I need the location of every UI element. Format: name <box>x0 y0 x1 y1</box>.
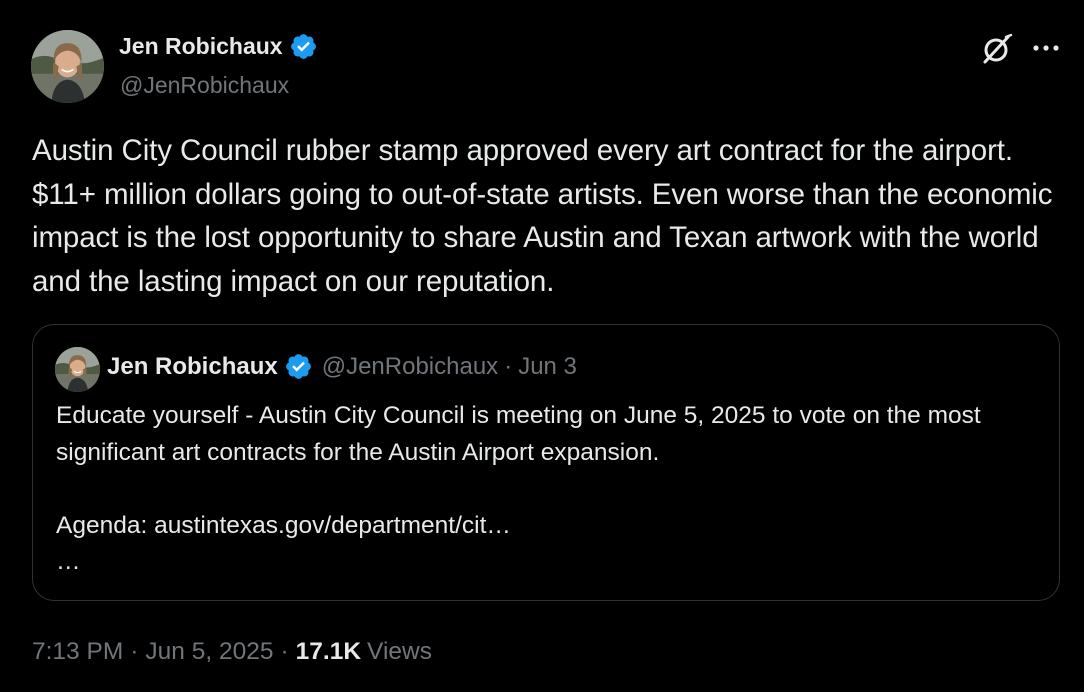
grok-icon[interactable] <box>981 33 1013 65</box>
more-icon[interactable] <box>1030 36 1062 60</box>
verified-badge-icon[interactable] <box>289 32 318 61</box>
tweet-date[interactable]: Jun 5, 2025 <box>145 638 273 666</box>
quoted-author-name[interactable]: Jen Robichaux <box>107 353 278 381</box>
quoted-avatar[interactable] <box>55 347 100 392</box>
quoted-header: Jen Robichaux @JenRobichaux · Jun 3 <box>107 352 577 381</box>
separator-dot: · <box>280 638 289 665</box>
views-label: Views <box>367 638 432 665</box>
quoted-text: Educate yourself - Austin City Council i… <box>56 402 981 575</box>
quoted-date[interactable]: Jun 3 <box>518 353 577 381</box>
quoted-author-handle[interactable]: @JenRobichaux <box>322 353 498 381</box>
tweet-meta: 7:13 PM · Jun 5, 2025 · 17.1K Views <box>32 638 432 666</box>
tweet-time[interactable]: 7:13 PM <box>32 638 123 666</box>
avatar[interactable] <box>31 30 104 103</box>
separator-dot: · <box>504 352 513 380</box>
author-name[interactable]: Jen Robichaux <box>119 32 318 61</box>
quoted-tweet-card[interactable]: Jen Robichaux @JenRobichaux · Jun 3 Educ… <box>32 324 1060 601</box>
tweet-text: Austin City Council rubber stamp approve… <box>32 134 1061 298</box>
views-count[interactable]: 17.1K <box>296 638 361 666</box>
verified-badge-icon <box>284 352 313 381</box>
author-handle[interactable]: @JenRobichaux <box>120 72 289 99</box>
tweet: Jen Robichaux @JenRobichaux Austin City … <box>0 0 1084 692</box>
author-name-text[interactable]: Jen Robichaux <box>119 33 283 60</box>
separator-dot: · <box>130 638 139 665</box>
